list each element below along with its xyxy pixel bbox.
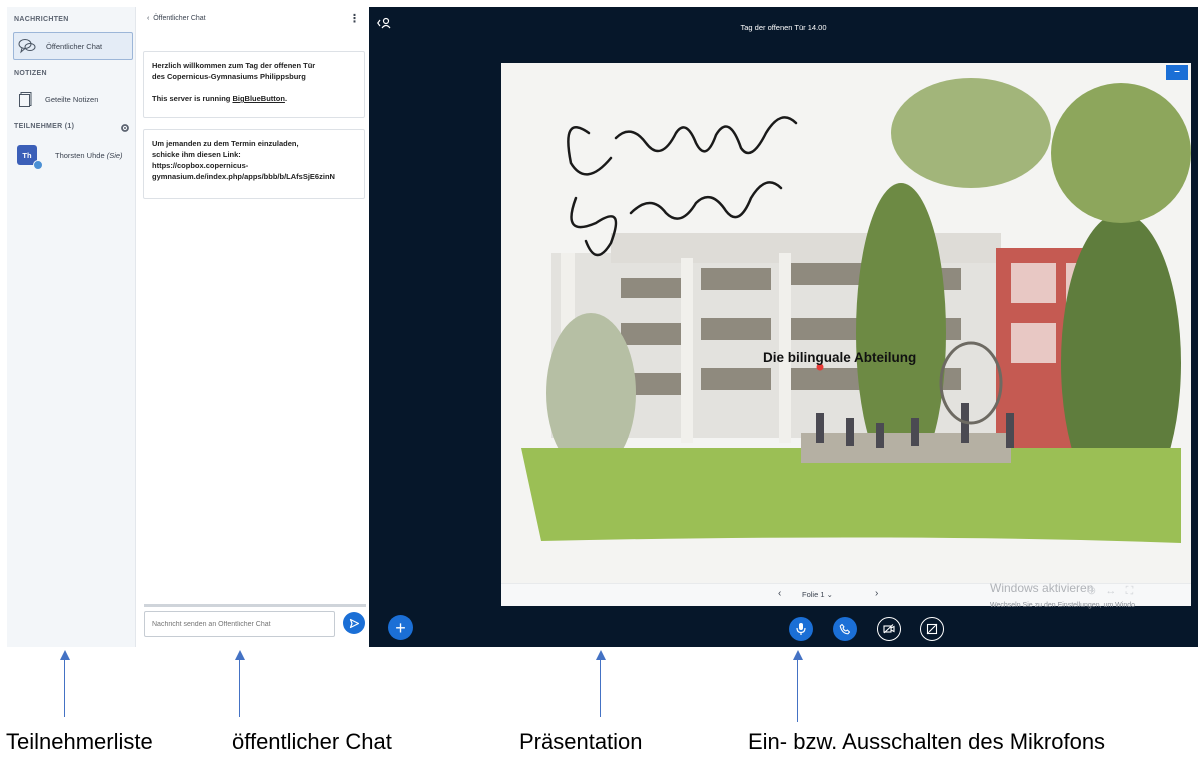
actions-plus-button[interactable]: + (388, 615, 413, 640)
participant-name-text: Thorsten Uhde (55, 151, 105, 160)
windows-activate-hint: Wechseln Sie zu den Einstellungen, um Wi… (990, 602, 1136, 609)
plus-icon: + (395, 617, 406, 638)
chat-message-line: Um jemanden zu dem Termin einzuladen, (152, 139, 299, 148)
chat-message-input[interactable] (144, 611, 335, 637)
gear-icon[interactable] (120, 120, 130, 138)
slide-selector[interactable]: Folie 1 ⌄ (802, 590, 833, 599)
sidebar-item-label: Öffentlicher Chat (46, 41, 103, 51)
zoom-in-icon[interactable]: ⊕ (1087, 585, 1096, 597)
sidebar-item-public-chat[interactable]: Öffentlicher Chat (13, 32, 133, 60)
sidebar-item-label: Geteilte Notizen (45, 94, 99, 104)
invite-link[interactable]: gymnasium.de/index.php/apps/bbb/b/LAfsSj… (152, 171, 356, 182)
app-root: NACHRICHTEN Öffentlicher Chat NOTIZEN Ge… (0, 0, 1198, 763)
minimize-presentation-button[interactable]: – (1166, 65, 1188, 80)
chat-bubbles-icon (14, 38, 40, 54)
participant-name[interactable]: Thorsten Uhde (Sie) (55, 151, 123, 160)
fit-width-icon[interactable]: ↔ (1105, 585, 1116, 597)
meeting-title: Tag der offenen Tür 14.00 (740, 23, 827, 32)
chat-message-line: schicke ihm diesen Link: (152, 150, 241, 159)
fullscreen-icon[interactable]: ⛶ (1126, 585, 1134, 597)
arrow-head-icon (60, 650, 70, 660)
notes-icon (13, 91, 39, 107)
chat-message-line: Herzlich willkommen zum Tag der offenen … (152, 61, 316, 70)
bigbluebutton-link[interactable]: BigBlueButton (232, 94, 285, 103)
send-icon (349, 618, 359, 628)
arrow-head-icon (596, 650, 606, 660)
annotation-presentation: Präsentation (519, 729, 643, 754)
slide[interactable]: Die bilinguale Abteilung – (501, 63, 1191, 583)
chat-back-button[interactable]: ‹ Öffentlicher Chat (147, 15, 206, 22)
zoom-controls: ⊕ ↔ ⛶ (1087, 584, 1133, 598)
more-options-icon[interactable]: ⋮ (349, 12, 360, 25)
annotation-arrow (600, 660, 601, 717)
phone-icon (839, 623, 851, 635)
chat-divider (144, 604, 366, 607)
school-photo (501, 63, 1191, 583)
chat-message: Um jemanden zu dem Termin einzuladen, sc… (143, 129, 365, 199)
windows-activate-watermark: Windows aktivieren (990, 581, 1094, 595)
microphone-icon (796, 623, 806, 635)
annotation-arrow (797, 660, 798, 722)
slide-number: Folie 1 (802, 590, 825, 599)
annotation-mic-toggle: Ein- bzw. Ausschalten des Mikrofons (748, 729, 1106, 754)
chevron-down-icon: ⌄ (826, 590, 833, 599)
camera-off-icon (883, 624, 895, 634)
previous-slide-button[interactable]: ‹ (778, 588, 781, 599)
chat-message-line: des Copernicus-Gymnasiums Philippsburg (152, 72, 306, 81)
annotation-participants-list: Teilnehmerliste (6, 729, 153, 754)
participants-header: TEILNEHMER (1) (14, 123, 75, 130)
slide-container: Die bilinguale Abteilung – ‹ Folie 1 ⌄ › (501, 63, 1191, 606)
invite-link[interactable]: https://copbox.copernicus- (152, 160, 356, 171)
presentation-area: Tag der offenen Tür 14.00 Die bilinguale… (369, 7, 1198, 647)
mic-toggle-button[interactable] (789, 617, 813, 641)
chat-message: Herzlich willkommen zum Tag der offenen … (143, 51, 365, 118)
annotation-arrow (64, 660, 65, 717)
camera-toggle-button[interactable] (877, 617, 901, 641)
participant-self-marker: (Sie) (106, 151, 123, 160)
next-slide-button[interactable]: › (875, 588, 878, 599)
sidebar-item-shared-notes[interactable]: Geteilte Notizen (13, 85, 133, 113)
arrow-head-icon (235, 650, 245, 660)
annotation-public-chat: öffentlicher Chat (232, 729, 392, 754)
chat-title: Öffentlicher Chat (153, 15, 206, 22)
chat-panel: ‹ Öffentlicher Chat ⋮ Herzlich willkomme… (137, 7, 368, 647)
chevron-left-icon: ‹ (147, 15, 150, 22)
audio-leave-button[interactable] (833, 617, 857, 641)
mic-status-icon (33, 160, 43, 170)
screen-share-button[interactable] (920, 617, 944, 641)
chat-message-text: This server is running (152, 94, 233, 103)
chat-message-line: This server is running BigBlueButton. (152, 93, 356, 104)
messages-header: NACHRICHTEN (14, 16, 69, 23)
screen-share-icon (926, 623, 938, 635)
send-button[interactable] (343, 612, 365, 634)
sidebar: NACHRICHTEN Öffentlicher Chat NOTIZEN Ge… (7, 7, 136, 647)
annotation-arrow (239, 660, 240, 717)
arrow-head-icon (793, 650, 803, 660)
chat-message-text: . (284, 94, 288, 103)
slide-caption: Die bilinguale Abteilung (763, 350, 917, 365)
notes-header: NOTIZEN (14, 70, 47, 77)
